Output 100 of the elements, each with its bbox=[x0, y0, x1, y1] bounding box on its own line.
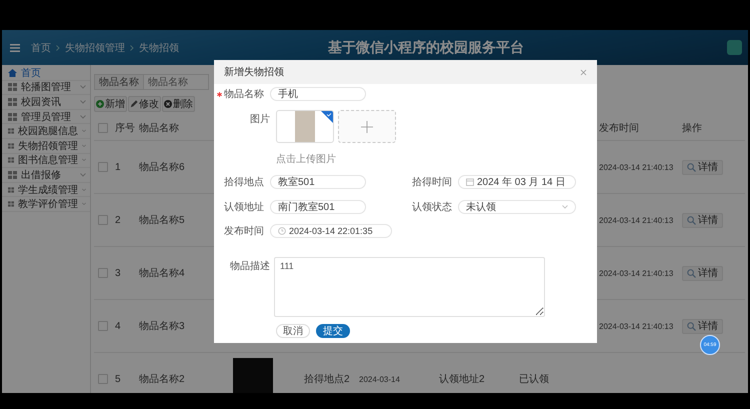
sidebar-item[interactable]: 首页 bbox=[2, 66, 90, 81]
pencil-icon bbox=[130, 100, 138, 108]
field-label: 认领状态 bbox=[412, 200, 453, 214]
chevron-icon bbox=[562, 205, 568, 209]
chevron-icon bbox=[80, 172, 86, 177]
grid-icon bbox=[8, 98, 17, 106]
grid-icon bbox=[8, 200, 14, 208]
breadcrumb-link[interactable]: 首页 bbox=[31, 40, 51, 54]
checkbox[interactable] bbox=[98, 321, 108, 331]
search-field[interactable]: 物品名称 bbox=[144, 74, 209, 90]
details-button[interactable]: 详情 bbox=[682, 266, 723, 280]
table-cell-text: 2024-03-14 bbox=[358, 374, 401, 384]
calendar-icon bbox=[466, 178, 474, 186]
breadcrumb-separator-icon bbox=[56, 44, 60, 50]
breadcrumb-link[interactable]: 失物招领管理 bbox=[65, 40, 125, 54]
chevron-icon bbox=[80, 114, 86, 119]
checkbox[interactable] bbox=[98, 374, 108, 384]
sidebar-item[interactable]: 校园资讯 bbox=[2, 95, 90, 110]
menu-icon[interactable] bbox=[10, 44, 20, 52]
sidebar-item[interactable]: 校园跑腿信息 bbox=[2, 124, 90, 139]
column-header: 操作 bbox=[681, 122, 703, 135]
field-label: 物品名称 bbox=[224, 88, 264, 101]
chevron-icon bbox=[80, 85, 86, 90]
input-field[interactable]: 手机 bbox=[270, 87, 366, 101]
input-field[interactable]: 教室501 bbox=[270, 175, 366, 189]
checkbox[interactable] bbox=[98, 123, 108, 133]
dialog-title: 新增失物招领 bbox=[224, 66, 284, 79]
table-cell-text: 5 bbox=[114, 374, 122, 384]
table-cell-text: 已认领 bbox=[518, 373, 550, 386]
sidebar-item[interactable]: 管理员管理 bbox=[2, 110, 90, 124]
home-icon bbox=[8, 68, 17, 77]
table-cell-text: 2 bbox=[114, 214, 122, 226]
submit-button[interactable]: 提交 bbox=[316, 324, 350, 338]
field-label: 图片 bbox=[249, 112, 270, 126]
toolbar-button[interactable]: 新增 bbox=[94, 96, 127, 112]
table-cell-text: 3 bbox=[114, 268, 122, 278]
search-label: 物品名称 bbox=[94, 74, 144, 90]
close-icon[interactable] bbox=[580, 68, 587, 76]
grid-icon bbox=[8, 112, 17, 121]
cancel-button[interactable]: 取消 bbox=[276, 324, 310, 338]
sidebar-item[interactable]: 教学评价管理 bbox=[2, 197, 90, 212]
sidebar-item[interactable]: 图书信息管理 bbox=[2, 154, 90, 168]
input-field[interactable]: 南门教室501 bbox=[270, 200, 366, 214]
field-label: 认领地址 bbox=[223, 200, 265, 214]
details-button[interactable]: 详情 bbox=[682, 160, 723, 174]
chevron-icon bbox=[80, 100, 86, 104]
select-field[interactable]: 未认领 bbox=[458, 200, 576, 214]
table-cell-text: 物品名称2 bbox=[138, 373, 186, 386]
checkbox[interactable] bbox=[98, 215, 108, 225]
field-label: 拾得地点 bbox=[223, 176, 265, 189]
toolbar-button[interactable]: 删除 bbox=[162, 96, 195, 112]
table-cell-text: 认领地址2 bbox=[438, 372, 486, 386]
field-label: 物品描述 bbox=[229, 260, 270, 273]
table-cell-text: 2024-03-14 21:40:13 bbox=[598, 162, 674, 172]
description-field[interactable]: 111 bbox=[274, 257, 545, 317]
grid-icon bbox=[8, 156, 14, 164]
delete-icon bbox=[164, 100, 172, 108]
toolbar-button[interactable]: 修改 bbox=[128, 96, 161, 112]
table-cell-text: 2024-03-14 21:40:13 bbox=[598, 216, 674, 224]
breadcrumb-separator-icon bbox=[130, 44, 134, 50]
sidebar-item[interactable]: 轮播图管理 bbox=[2, 80, 90, 96]
table-cell-text: 4 bbox=[114, 320, 122, 332]
table-cell-text: 物品名称3 bbox=[138, 320, 186, 333]
grid-icon bbox=[8, 170, 17, 179]
sidebar-item[interactable]: 失物招领管理 bbox=[2, 138, 90, 154]
column-header: 发布时间 bbox=[598, 122, 640, 135]
table-cell-text: 2024-03-14 21:40:13 bbox=[598, 322, 674, 330]
datetime-field[interactable]: 2024-03-14 22:01:35 bbox=[270, 224, 392, 238]
column-header: 物品名称 bbox=[138, 122, 180, 135]
app-title: 基于微信小程序的校园服务平台 bbox=[327, 38, 524, 56]
table-cell-text: 物品名称4 bbox=[138, 267, 186, 280]
column-header: 序号 bbox=[114, 122, 136, 135]
table-cell-text: 拾得地点2 bbox=[303, 372, 351, 386]
grid-icon bbox=[8, 142, 14, 150]
clock-icon bbox=[278, 227, 286, 235]
field-label: 拾得时间 bbox=[412, 176, 453, 189]
table-cell-text: 2024-03-14 21:40:13 bbox=[598, 268, 674, 278]
table-cell-text: 1 bbox=[114, 162, 122, 172]
sidebar-item[interactable]: 学生成绩管理 bbox=[2, 182, 90, 198]
table-cell-text: 物品名称5 bbox=[138, 214, 186, 227]
breadcrumb-link[interactable]: 失物招领 bbox=[139, 40, 179, 54]
grid-icon bbox=[8, 186, 14, 194]
details-button[interactable]: 详情 bbox=[682, 318, 723, 334]
checkbox[interactable] bbox=[98, 268, 108, 278]
details-button[interactable]: 详情 bbox=[682, 212, 723, 228]
check-badge-icon bbox=[321, 111, 333, 123]
checkbox[interactable] bbox=[98, 162, 108, 172]
search-icon bbox=[687, 162, 696, 172]
table-cell-text: 物品名称6 bbox=[138, 161, 186, 174]
sidebar-item[interactable]: 出借报修 bbox=[2, 168, 90, 183]
search-icon bbox=[687, 322, 696, 330]
search-icon bbox=[687, 268, 696, 278]
date-field[interactable]: 2024 年 03 月 14 日 bbox=[458, 175, 576, 189]
avatar-icon[interactable] bbox=[727, 40, 742, 55]
image-thumbnail[interactable] bbox=[276, 110, 334, 143]
plus-icon bbox=[96, 100, 104, 108]
photo-placeholder bbox=[295, 111, 315, 142]
grid-icon bbox=[8, 83, 17, 92]
plus-icon bbox=[361, 120, 373, 132]
grid-icon bbox=[8, 127, 14, 136]
